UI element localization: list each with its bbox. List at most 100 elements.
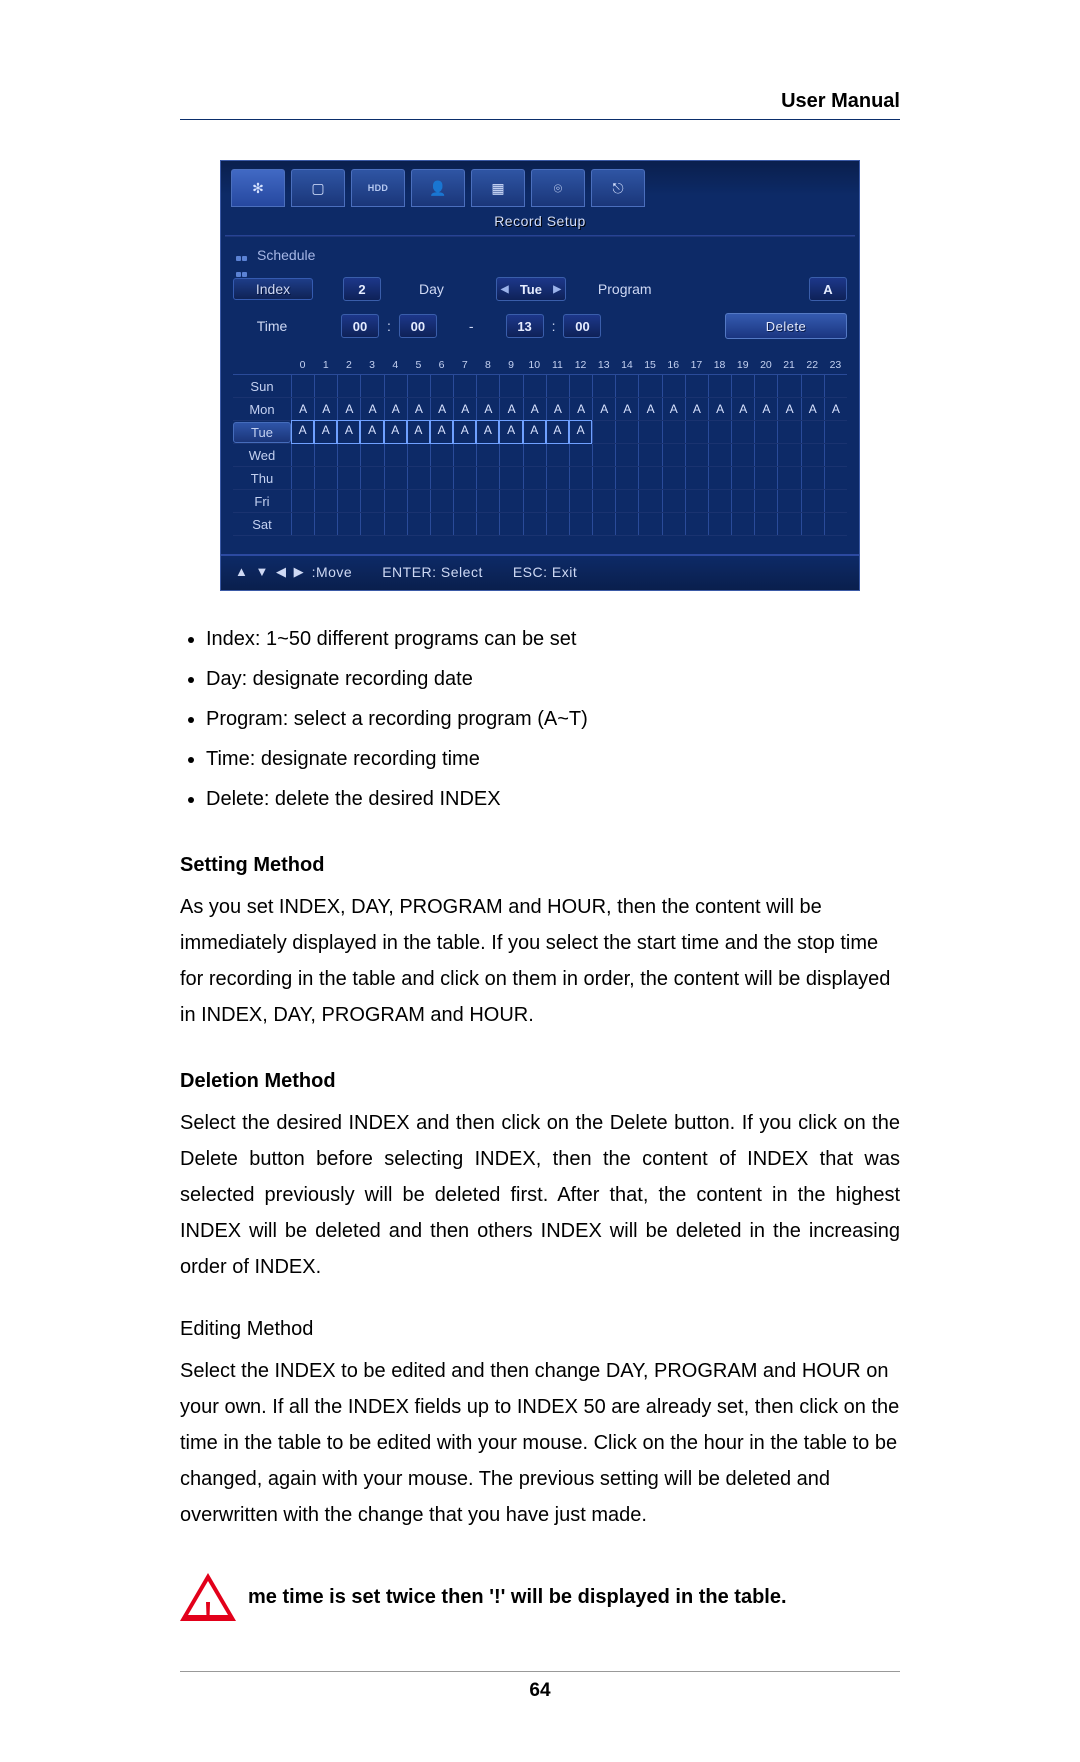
day-label[interactable]: Wed bbox=[233, 446, 291, 465]
schedule-cell[interactable] bbox=[777, 513, 800, 535]
schedule-cell[interactable] bbox=[407, 490, 430, 512]
schedule-cell[interactable] bbox=[523, 513, 546, 535]
schedule-cell[interactable] bbox=[384, 375, 407, 397]
schedule-cell[interactable] bbox=[708, 375, 731, 397]
schedule-cell[interactable] bbox=[407, 467, 430, 489]
schedule-cell[interactable] bbox=[499, 375, 522, 397]
schedule-cell[interactable] bbox=[801, 490, 824, 512]
schedule-cell[interactable] bbox=[801, 444, 824, 466]
schedule-cell[interactable]: A bbox=[546, 420, 569, 444]
schedule-cell[interactable] bbox=[291, 490, 314, 512]
schedule-cell[interactable] bbox=[430, 513, 453, 535]
schedule-cell[interactable] bbox=[615, 421, 638, 443]
schedule-cell[interactable] bbox=[592, 513, 615, 535]
schedule-cell[interactable] bbox=[314, 513, 337, 535]
schedule-cell[interactable]: A bbox=[615, 398, 638, 420]
schedule-cell[interactable] bbox=[360, 375, 383, 397]
schedule-cell[interactable]: A bbox=[360, 398, 383, 420]
schedule-cell[interactable] bbox=[777, 421, 800, 443]
schedule-row[interactable]: MonAAAAAAAAAAAAAAAAAAAAAAAA bbox=[233, 398, 847, 421]
schedule-cell[interactable] bbox=[708, 421, 731, 443]
schedule-cell[interactable] bbox=[638, 421, 661, 443]
schedule-cell[interactable] bbox=[453, 513, 476, 535]
schedule-cell[interactable] bbox=[546, 513, 569, 535]
schedule-cell[interactable] bbox=[615, 375, 638, 397]
schedule-cell[interactable] bbox=[801, 513, 824, 535]
schedule-cell[interactable] bbox=[499, 444, 522, 466]
schedule-cell[interactable] bbox=[337, 490, 360, 512]
schedule-cell[interactable] bbox=[708, 490, 731, 512]
schedule-cell[interactable] bbox=[615, 444, 638, 466]
schedule-cell[interactable]: A bbox=[291, 420, 314, 444]
schedule-cell[interactable] bbox=[592, 375, 615, 397]
schedule-cell[interactable] bbox=[801, 421, 824, 443]
schedule-cell[interactable] bbox=[708, 513, 731, 535]
schedule-cell[interactable] bbox=[777, 375, 800, 397]
schedule-cell[interactable] bbox=[731, 490, 754, 512]
schedule-cell[interactable] bbox=[824, 421, 847, 443]
chevron-left-icon[interactable]: ◀ bbox=[501, 284, 509, 295]
schedule-cell[interactable] bbox=[662, 513, 685, 535]
schedule-cell[interactable] bbox=[476, 444, 499, 466]
schedule-cell[interactable] bbox=[499, 467, 522, 489]
schedule-cell[interactable] bbox=[662, 444, 685, 466]
schedule-cell[interactable] bbox=[777, 444, 800, 466]
schedule-cell[interactable] bbox=[662, 421, 685, 443]
schedule-cell[interactable] bbox=[685, 467, 708, 489]
schedule-cell[interactable] bbox=[476, 467, 499, 489]
schedule-cell[interactable] bbox=[546, 375, 569, 397]
schedule-cell[interactable] bbox=[731, 467, 754, 489]
schedule-cell[interactable] bbox=[384, 444, 407, 466]
schedule-cell[interactable] bbox=[291, 513, 314, 535]
schedule-cell[interactable] bbox=[708, 444, 731, 466]
schedule-row[interactable]: Thu bbox=[233, 467, 847, 490]
schedule-cell[interactable]: A bbox=[754, 398, 777, 420]
schedule-cell[interactable] bbox=[685, 490, 708, 512]
day-spinner[interactable]: ◀ Tue ▶ bbox=[496, 277, 566, 301]
schedule-cell[interactable] bbox=[523, 444, 546, 466]
schedule-cell[interactable] bbox=[754, 513, 777, 535]
schedule-cell[interactable] bbox=[499, 513, 522, 535]
schedule-cell[interactable] bbox=[754, 375, 777, 397]
schedule-cell[interactable]: A bbox=[523, 420, 546, 444]
schedule-cell[interactable] bbox=[754, 421, 777, 443]
schedule-cell[interactable]: A bbox=[592, 398, 615, 420]
day-label[interactable]: Mon bbox=[233, 400, 291, 419]
schedule-cell[interactable] bbox=[615, 467, 638, 489]
schedule-cell[interactable] bbox=[777, 490, 800, 512]
schedule-cell[interactable] bbox=[731, 421, 754, 443]
chevron-right-icon[interactable]: ▶ bbox=[553, 284, 561, 295]
schedule-row[interactable]: Sun bbox=[233, 375, 847, 398]
schedule-cell[interactable]: A bbox=[407, 420, 430, 444]
schedule-cell[interactable]: A bbox=[314, 398, 337, 420]
schedule-cell[interactable] bbox=[569, 513, 592, 535]
schedule-cell[interactable] bbox=[476, 513, 499, 535]
schedule-cell[interactable] bbox=[546, 490, 569, 512]
schedule-cell[interactable] bbox=[384, 513, 407, 535]
schedule-cell[interactable]: A bbox=[337, 398, 360, 420]
tab-exit[interactable]: ⎋ bbox=[591, 169, 645, 207]
schedule-cell[interactable] bbox=[384, 490, 407, 512]
day-label[interactable]: Tue bbox=[233, 422, 291, 443]
schedule-cell[interactable] bbox=[314, 467, 337, 489]
schedule-cell[interactable] bbox=[453, 490, 476, 512]
index-spinner[interactable]: 2 bbox=[343, 277, 381, 301]
schedule-cell[interactable] bbox=[430, 467, 453, 489]
schedule-cell[interactable] bbox=[615, 490, 638, 512]
schedule-cell[interactable]: A bbox=[407, 398, 430, 420]
schedule-cell[interactable] bbox=[291, 375, 314, 397]
schedule-cell[interactable] bbox=[569, 444, 592, 466]
day-label[interactable]: Fri bbox=[233, 492, 291, 511]
schedule-cell[interactable] bbox=[569, 375, 592, 397]
schedule-cell[interactable] bbox=[824, 375, 847, 397]
delete-button[interactable]: Delete bbox=[725, 313, 847, 339]
schedule-cell[interactable]: A bbox=[569, 398, 592, 420]
schedule-cell[interactable]: A bbox=[499, 420, 522, 444]
schedule-cell[interactable]: A bbox=[314, 420, 337, 444]
schedule-cell[interactable] bbox=[523, 375, 546, 397]
tab-system[interactable]: ✻ bbox=[231, 169, 285, 207]
schedule-cell[interactable] bbox=[615, 513, 638, 535]
schedule-row[interactable]: Sat bbox=[233, 513, 847, 536]
schedule-cell[interactable]: A bbox=[291, 398, 314, 420]
schedule-cell[interactable] bbox=[337, 444, 360, 466]
